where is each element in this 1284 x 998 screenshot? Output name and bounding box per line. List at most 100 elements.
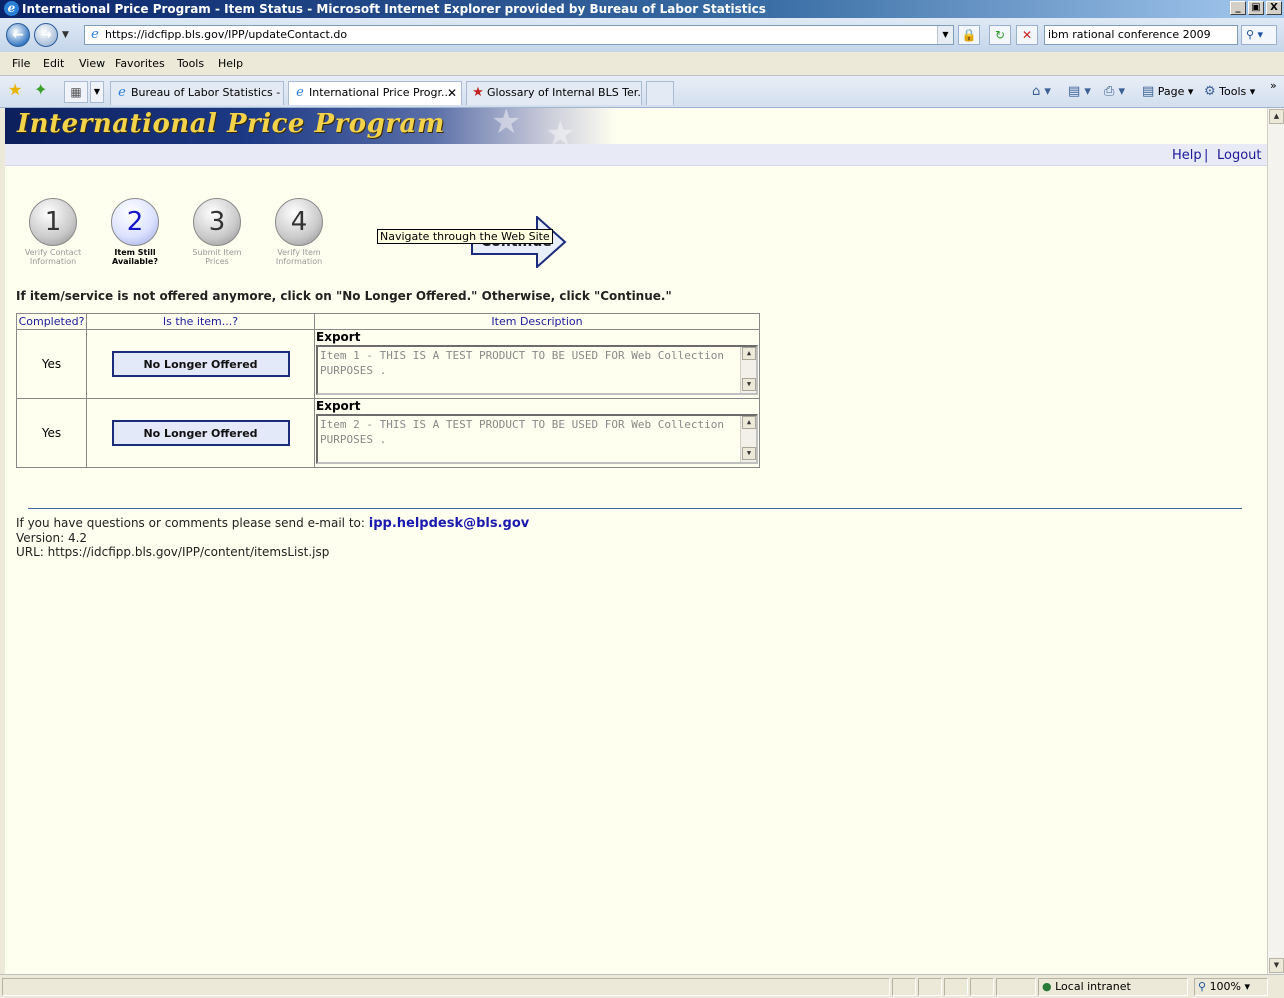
navigation-bar: ← → ▼ e https://idcfipp.bls.gov/IPP/upda… [0,18,1284,52]
scroll-down-icon[interactable]: ▼ [742,447,756,460]
quick-tabs-icon[interactable]: ▦ [64,81,88,103]
tab-bls-home[interactable]: e Bureau of Labor Statistics - I... [110,81,284,105]
menu-favorites[interactable]: Favorites [115,57,165,70]
page-icon: ▤ [1142,84,1155,99]
back-button[interactable]: ← [6,23,30,47]
tab-list-dropdown-icon[interactable]: ▼ [90,81,104,103]
scroll-up-icon[interactable]: ▲ [742,347,756,360]
flag-star-icon: ★ [545,114,576,144]
step-label: Verify Item Information [275,248,323,266]
version-text: Version: 4.2 [16,531,88,545]
step-number: 3 [193,198,241,246]
add-favorites-icon[interactable]: ✦ [34,82,47,98]
search-input[interactable]: ibm rational conference 2009 [1044,25,1238,45]
site-title: International Price Program [17,109,445,139]
status-pane [892,978,916,996]
print-icon[interactable]: ⎙ ▾ [1104,84,1125,99]
status-pane [996,978,1036,996]
textarea-scrollbar[interactable]: ▲ ▼ [740,416,756,462]
step-label: Submit Item Prices [192,248,242,266]
address-bar[interactable]: e https://idcfipp.bls.gov/IPP/updateCont… [84,25,954,45]
address-url[interactable]: https://idcfipp.bls.gov/IPP/updateContac… [105,28,347,41]
page-url-text: URL: https://idcfipp.bls.gov/IPP/content… [16,545,330,559]
lock-icon[interactable]: 🔒 [958,25,980,45]
zoom-control[interactable]: ⚲ 100% ▾ [1194,978,1268,996]
minimize-button[interactable]: _ [1230,1,1246,15]
menu-tools[interactable]: Tools [177,57,204,70]
menu-help[interactable]: Help [218,57,243,70]
help-link[interactable]: Help [1172,148,1202,163]
step-label: Verify Contact Information [24,248,82,266]
step-number: 1 [29,198,77,246]
header-item-description: Item Description [314,313,760,330]
item-description-textarea[interactable]: Item 1 - THIS IS A TEST PRODUCT TO BE US… [316,345,758,395]
step-4: 4 Verify Item Information [263,198,335,266]
page-scrollbar[interactable]: ▲ ▼ [1267,108,1284,974]
chevron-down-icon: ▾ [1244,980,1251,993]
status-pane [944,978,968,996]
export-label: Export [316,330,361,344]
ie-logo-icon: e [4,1,19,16]
tab-label: International Price Progr... [309,86,452,99]
tab-international-price-program[interactable]: e International Price Progr... ✕ [288,81,462,105]
item-description-text: Item 1 - THIS IS A TEST PRODUCT TO BE US… [320,349,724,377]
table-row: Yes No Longer Offered Export Item 2 - TH… [16,398,760,468]
security-zone[interactable]: ● Local intranet [1038,978,1188,996]
footer-question-text: If you have questions or comments please… [16,516,365,530]
items-table: Completed? Is the item...? Item Descript… [16,313,760,468]
item-description-textarea[interactable]: Item 2 - THIS IS A TEST PRODUCT TO BE US… [316,414,758,464]
status-bar: ● Local intranet ⚲ 100% ▾ [0,974,1284,998]
export-label: Export [316,399,361,413]
no-longer-offered-button[interactable]: No Longer Offered [111,351,290,377]
window-title: International Price Program - Item Statu… [22,2,766,16]
scroll-down-icon[interactable]: ▼ [1269,958,1284,973]
chevron-more-icon[interactable]: » [1270,79,1277,92]
item-description-text: Item 2 - THIS IS A TEST PRODUCT TO BE US… [320,418,724,446]
restore-button[interactable]: ▣ [1248,1,1264,15]
home-icon[interactable]: ⌂ ▾ [1032,84,1051,99]
status-pane [970,978,994,996]
scroll-up-icon[interactable]: ▲ [1269,109,1284,124]
no-longer-offered-button[interactable]: No Longer Offered [111,420,290,446]
zoom-level: 100% [1209,980,1242,993]
link-separator: | [1204,148,1209,163]
helpdesk-email-link[interactable]: ipp.helpdesk@bls.gov [369,516,530,531]
forward-button[interactable]: → [34,23,58,47]
completed-cell: Yes [16,398,87,468]
status-text [2,978,890,996]
menu-file[interactable]: File [12,57,30,70]
action-cell: No Longer Offered [86,329,315,399]
status-pane [918,978,942,996]
zoom-icon: ⚲ [1198,980,1207,993]
close-window-button[interactable]: X [1266,1,1282,15]
tab-row: ★ ✦ ▦ ▼ e Bureau of Labor Statistics - I… [0,76,1284,108]
search-go-button[interactable]: ⚲ ▾ [1241,25,1277,45]
new-tab-button[interactable] [646,81,674,105]
tab-glossary[interactable]: ★ Glossary of Internal BLS Ter... [466,81,642,105]
menu-edit[interactable]: Edit [43,57,64,70]
stop-icon[interactable]: ✕ [1016,25,1038,45]
step-1: 1 Verify Contact Information [17,198,89,266]
menu-view[interactable]: View [79,57,105,70]
footer-divider [28,508,1242,509]
scroll-down-icon[interactable]: ▼ [742,378,756,391]
footer-contact-line: If you have questions or comments please… [16,516,529,531]
textarea-scrollbar[interactable]: ▲ ▼ [740,347,756,393]
tools-menu[interactable]: ⚙ Tools ▾ [1204,84,1255,99]
favorites-center-icon[interactable]: ★ [8,82,22,98]
address-dropdown-icon[interactable]: ▼ [937,26,953,44]
globe-icon: ● [1042,980,1052,993]
bls-star-icon: ★ [472,85,484,100]
tab-label: Glossary of Internal BLS Ter... [487,86,642,99]
step-number: 4 [275,198,323,246]
page-menu[interactable]: ▤ Page ▾ [1142,84,1193,99]
refresh-icon[interactable]: ↻ [989,25,1011,45]
recent-pages-dropdown-icon[interactable]: ▼ [62,30,69,40]
close-tab-icon[interactable]: ✕ [447,82,457,104]
description-cell: Export Item 1 - THIS IS A TEST PRODUCT T… [314,329,760,399]
scroll-up-icon[interactable]: ▲ [742,416,756,429]
page-footer: If you have questions or comments please… [16,516,529,559]
logout-link[interactable]: Logout [1217,148,1262,163]
ie-page-icon: e [118,85,126,100]
feeds-icon[interactable]: ▤ ▾ [1068,84,1091,99]
